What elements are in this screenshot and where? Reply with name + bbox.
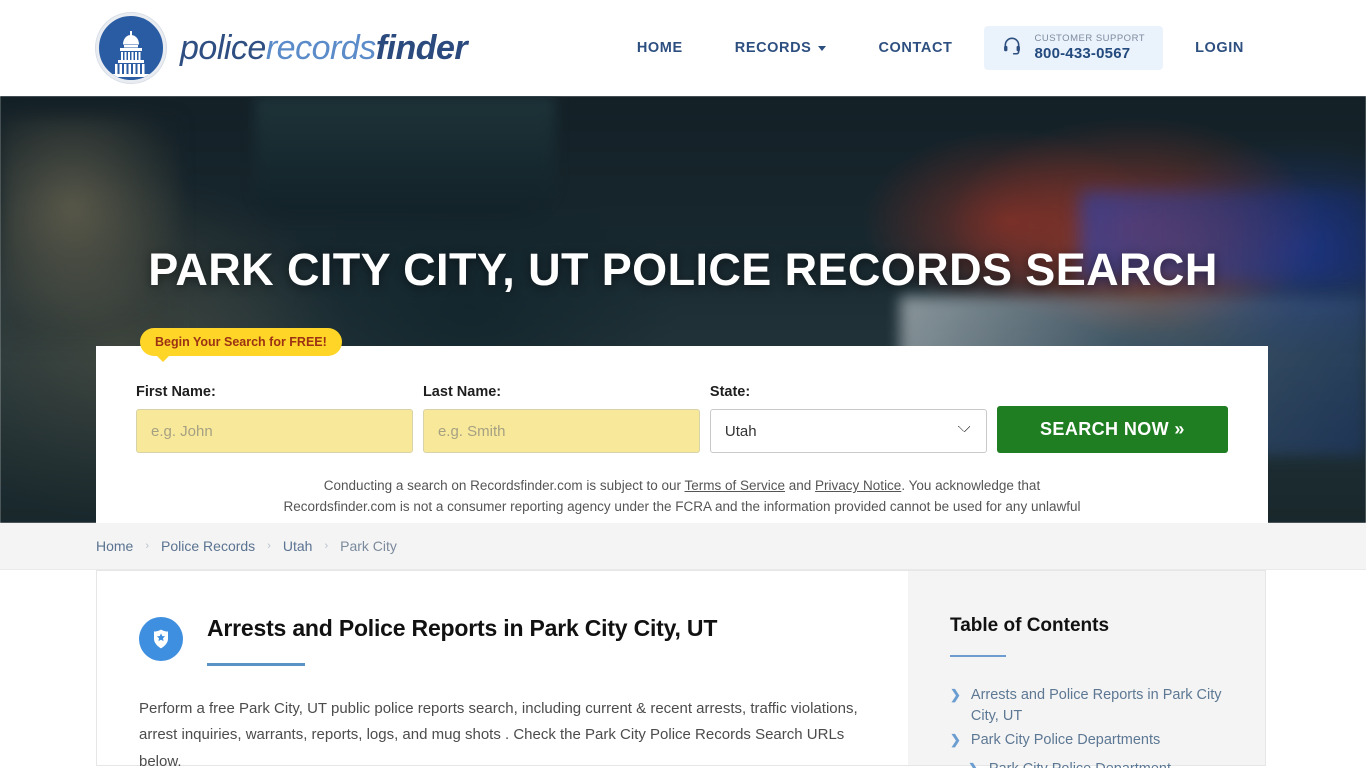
toc-item-label: Arrests and Police Reports in Park City … xyxy=(970,687,1222,724)
toc-item-label: Park City Police Department xyxy=(989,759,1171,768)
hero-decor-police-car xyxy=(255,96,555,216)
customer-support-button[interactable]: CUSTOMER SUPPORT 800-433-0567 xyxy=(984,25,1164,71)
support-label: CUSTOMER SUPPORT xyxy=(1034,32,1146,44)
chevron-right-icon: › xyxy=(324,540,329,552)
site-logo[interactable]: policerecordsfinder xyxy=(96,13,468,83)
search-panel: Begin Your Search for FREE! First Name: … xyxy=(96,328,1268,523)
nav-item-home[interactable]: HOME xyxy=(611,30,709,66)
first-name-label: First Name: xyxy=(136,384,216,400)
content-heading: Arrests and Police Reports in Park City … xyxy=(207,615,718,641)
chevron-right-icon: ❯ xyxy=(950,687,961,702)
hero-section: PARK CITY CITY, UT POLICE RECORDS SEARCH… xyxy=(0,96,1366,523)
search-form: First Name: Last Name: State: Utah SEARC… xyxy=(136,384,1228,453)
capitol-dome-icon xyxy=(96,13,166,83)
nav-item-records-label: RECORDS xyxy=(734,39,812,56)
state-label: State: xyxy=(709,384,751,400)
chevron-right-icon: › xyxy=(145,540,150,552)
nav-item-contact-label: CONTACT xyxy=(878,39,953,56)
content-heading-row: Arrests and Police Reports in Park City … xyxy=(139,615,866,666)
search-now-button[interactable]: SEARCH NOW » xyxy=(996,406,1228,453)
table-of-contents-panel: Table of Contents ❯ Arrests and Police R… xyxy=(908,570,1266,768)
breadcrumb-item-home[interactable]: Home xyxy=(96,538,133,554)
disclaimer-text-before: Conducting a search on Recordsfinder.com… xyxy=(323,478,685,493)
nav-item-contact[interactable]: CONTACT xyxy=(852,30,978,66)
first-name-input[interactable] xyxy=(136,409,413,453)
logo-wordmark: policerecordsfinder xyxy=(180,28,468,68)
breadcrumb-item-park-city: Park City xyxy=(340,538,397,554)
last-name-label: Last Name: xyxy=(422,384,502,400)
free-search-badge: Begin Your Search for FREE! xyxy=(140,328,342,362)
state-field-group: State: Utah xyxy=(709,384,987,453)
toc-item-park-city-police-departments[interactable]: ❯ Park City Police Departments xyxy=(950,730,1225,751)
breadcrumb: Home › Police Records › Utah › Park City xyxy=(96,538,397,554)
main-layout: Arrests and Police Reports in Park City … xyxy=(0,570,1366,768)
chevron-right-icon: ❯ xyxy=(950,732,961,748)
search-disclaimer: Conducting a search on Recordsfinder.com… xyxy=(272,475,1092,523)
chevron-down-icon xyxy=(818,46,827,52)
chevron-right-icon: ❯ xyxy=(968,759,979,768)
headset-icon xyxy=(1002,35,1022,60)
nav-item-login[interactable]: LOGIN xyxy=(1169,30,1270,66)
content-paragraph: Perform a free Park City, UT public poli… xyxy=(139,699,858,768)
support-phone: 800-433-0567 xyxy=(1034,44,1131,62)
nav-item-login-label: LOGIN xyxy=(1195,39,1244,56)
privacy-notice-link[interactable]: Privacy Notice xyxy=(815,478,901,493)
heading-underline xyxy=(207,662,305,666)
breadcrumb-item-utah[interactable]: Utah xyxy=(283,538,313,554)
disclaimer-text-mid: and xyxy=(785,478,816,493)
toc-item-park-city-police-department[interactable]: ❯ Park City Police Department xyxy=(950,759,1225,768)
toc-title: Table of Contents xyxy=(950,615,1110,636)
toc-underline xyxy=(950,655,1006,657)
toc-list: ❯ Arrests and Police Reports in Park Cit… xyxy=(950,685,1225,768)
last-name-field-group: Last Name: xyxy=(422,384,700,453)
page-title: PARK CITY CITY, UT POLICE RECORDS SEARCH xyxy=(148,244,1218,295)
main-content-panel: Arrests and Police Reports in Park City … xyxy=(96,570,908,768)
nav-item-records[interactable]: RECORDS xyxy=(709,30,853,66)
logo-text-finder: finder xyxy=(375,28,468,67)
nav-item-home-label: HOME xyxy=(636,39,683,56)
main-navigation: HOME RECORDS CONTACT CUSTOMER SUPPORT 80… xyxy=(611,25,1270,71)
first-name-field-group: First Name: xyxy=(136,384,413,453)
toc-item-arrests-and-police-reports[interactable]: ❯ Arrests and Police Reports in Park Cit… xyxy=(950,685,1225,726)
logo-text-police: police xyxy=(180,28,266,67)
breadcrumb-bar: Home › Police Records › Utah › Park City xyxy=(0,523,1366,570)
police-badge-icon xyxy=(139,617,183,661)
hero-decor-left-blur xyxy=(0,116,180,346)
terms-of-service-link[interactable]: Terms of Service xyxy=(684,478,785,493)
chevron-right-icon: › xyxy=(267,540,271,552)
site-header: policerecordsfinder HOME RECORDS CONTACT xyxy=(0,0,1366,96)
toc-item-label: Park City Police Departments xyxy=(970,732,1161,749)
last-name-input[interactable] xyxy=(422,409,700,453)
logo-text-records: records xyxy=(265,28,376,67)
state-select[interactable]: Utah xyxy=(709,409,987,453)
breadcrumb-item-police-records[interactable]: Police Records xyxy=(161,538,255,554)
